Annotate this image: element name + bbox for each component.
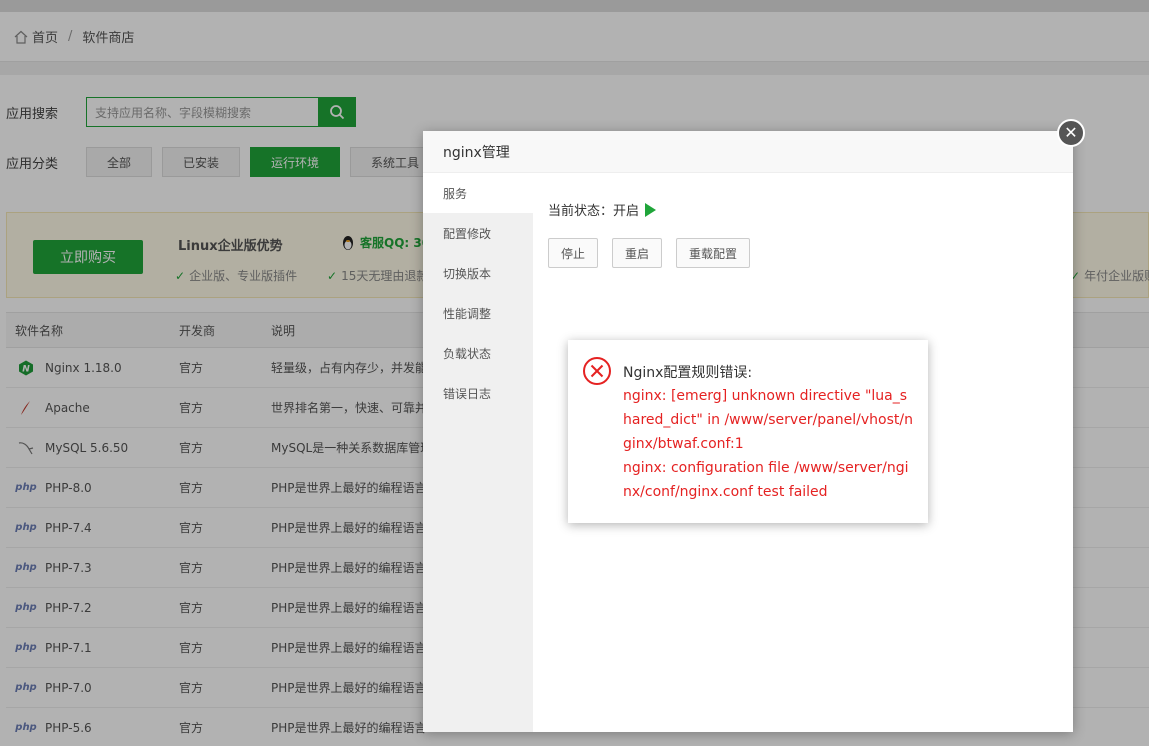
error-message: nginx: [emerg] unknown directive "lua_sh… (623, 384, 913, 504)
sidebar-item-config[interactable]: 配置修改 (423, 213, 533, 253)
close-icon[interactable]: ✕ (1057, 119, 1085, 147)
play-icon (645, 202, 657, 217)
dialog-sidebar: 服务 配置修改 切换版本 性能调整 负载状态 错误日志 (423, 173, 533, 732)
sidebar-item-error-log[interactable]: 错误日志 (423, 373, 533, 413)
service-buttons: 停止 重启 重载配置 (548, 238, 764, 268)
sidebar-item-load-status[interactable]: 负载状态 (423, 333, 533, 373)
error-circle-icon (583, 357, 611, 385)
error-line: nginx: configuration file /www/server/ng… (623, 460, 909, 500)
dialog-title: nginx管理 (423, 131, 1073, 173)
error-title: Nginx配置规则错误: (623, 365, 753, 381)
service-status-text: 当前状态：开启 (548, 204, 640, 219)
sidebar-item-service[interactable]: 服务 (423, 173, 533, 213)
stop-button[interactable]: 停止 (548, 238, 599, 268)
reload-config-button[interactable]: 重载配置 (676, 238, 751, 268)
error-message-box: Nginx配置规则错误: nginx: [emerg] unknown dire… (568, 340, 928, 523)
restart-button[interactable]: 重启 (612, 238, 663, 268)
sidebar-item-performance[interactable]: 性能调整 (423, 293, 533, 333)
sidebar-item-version[interactable]: 切换版本 (423, 253, 533, 293)
service-status: 当前状态：开启 (548, 200, 657, 219)
error-line: nginx: [emerg] unknown directive "lua_sh… (623, 388, 913, 452)
